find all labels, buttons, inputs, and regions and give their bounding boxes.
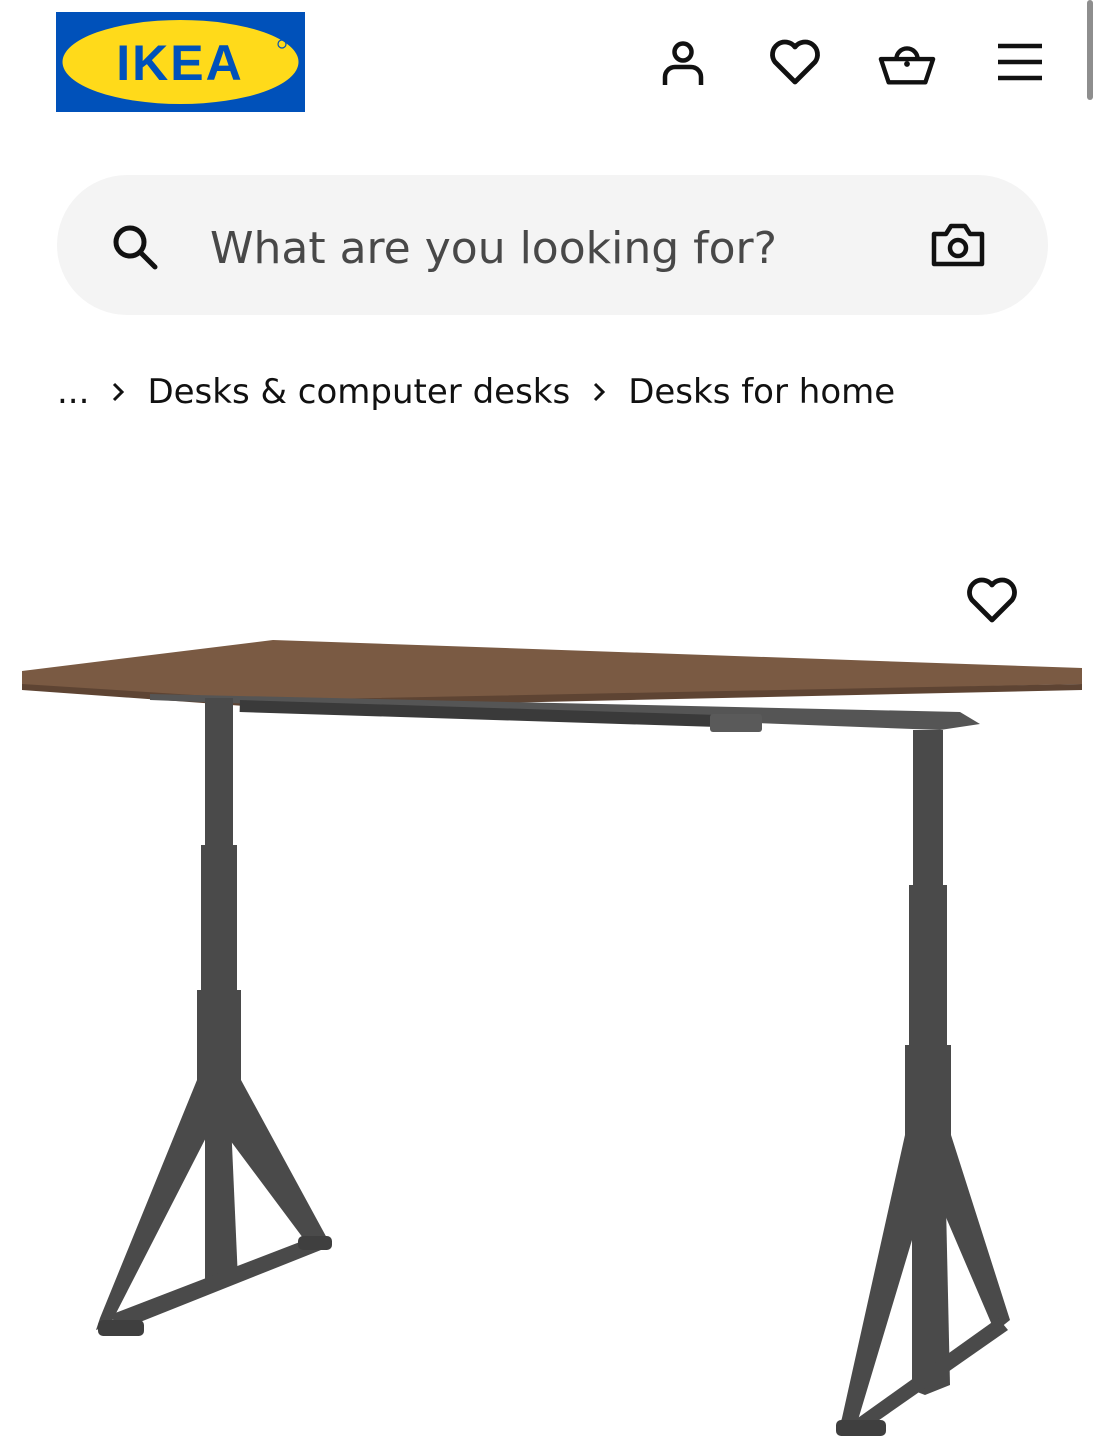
chevron-right-icon xyxy=(111,381,125,403)
breadcrumb: ... Desks & computer desks Desks for hom… xyxy=(57,368,895,416)
wishlist-button[interactable] xyxy=(766,33,824,91)
camera-icon xyxy=(931,223,985,267)
product-image[interactable] xyxy=(0,440,1105,1440)
ikea-logo[interactable]: IKEA xyxy=(56,12,305,112)
breadcrumb-item-desks-computer-desks[interactable]: Desks & computer desks xyxy=(147,372,570,412)
person-icon xyxy=(662,41,704,85)
chevron-right-icon xyxy=(592,381,606,403)
basket-button[interactable] xyxy=(878,33,936,91)
hamburger-menu-icon xyxy=(998,43,1042,81)
site-header: IKEA xyxy=(0,0,1105,130)
scrollbar[interactable] xyxy=(1087,0,1093,100)
left-leg xyxy=(96,698,332,1336)
account-button[interactable] xyxy=(654,33,712,91)
menu-button[interactable] xyxy=(991,33,1049,91)
visual-search-button[interactable] xyxy=(930,220,986,275)
heart-icon xyxy=(770,39,820,85)
svg-text:IKEA: IKEA xyxy=(116,35,243,91)
search-input[interactable] xyxy=(208,217,892,279)
basket-icon xyxy=(878,46,936,85)
breadcrumb-item-desks-for-home[interactable]: Desks for home xyxy=(628,372,895,412)
search-icon[interactable] xyxy=(110,222,160,272)
right-leg xyxy=(836,730,1010,1436)
breadcrumb-ellipsis[interactable]: ... xyxy=(57,372,89,412)
